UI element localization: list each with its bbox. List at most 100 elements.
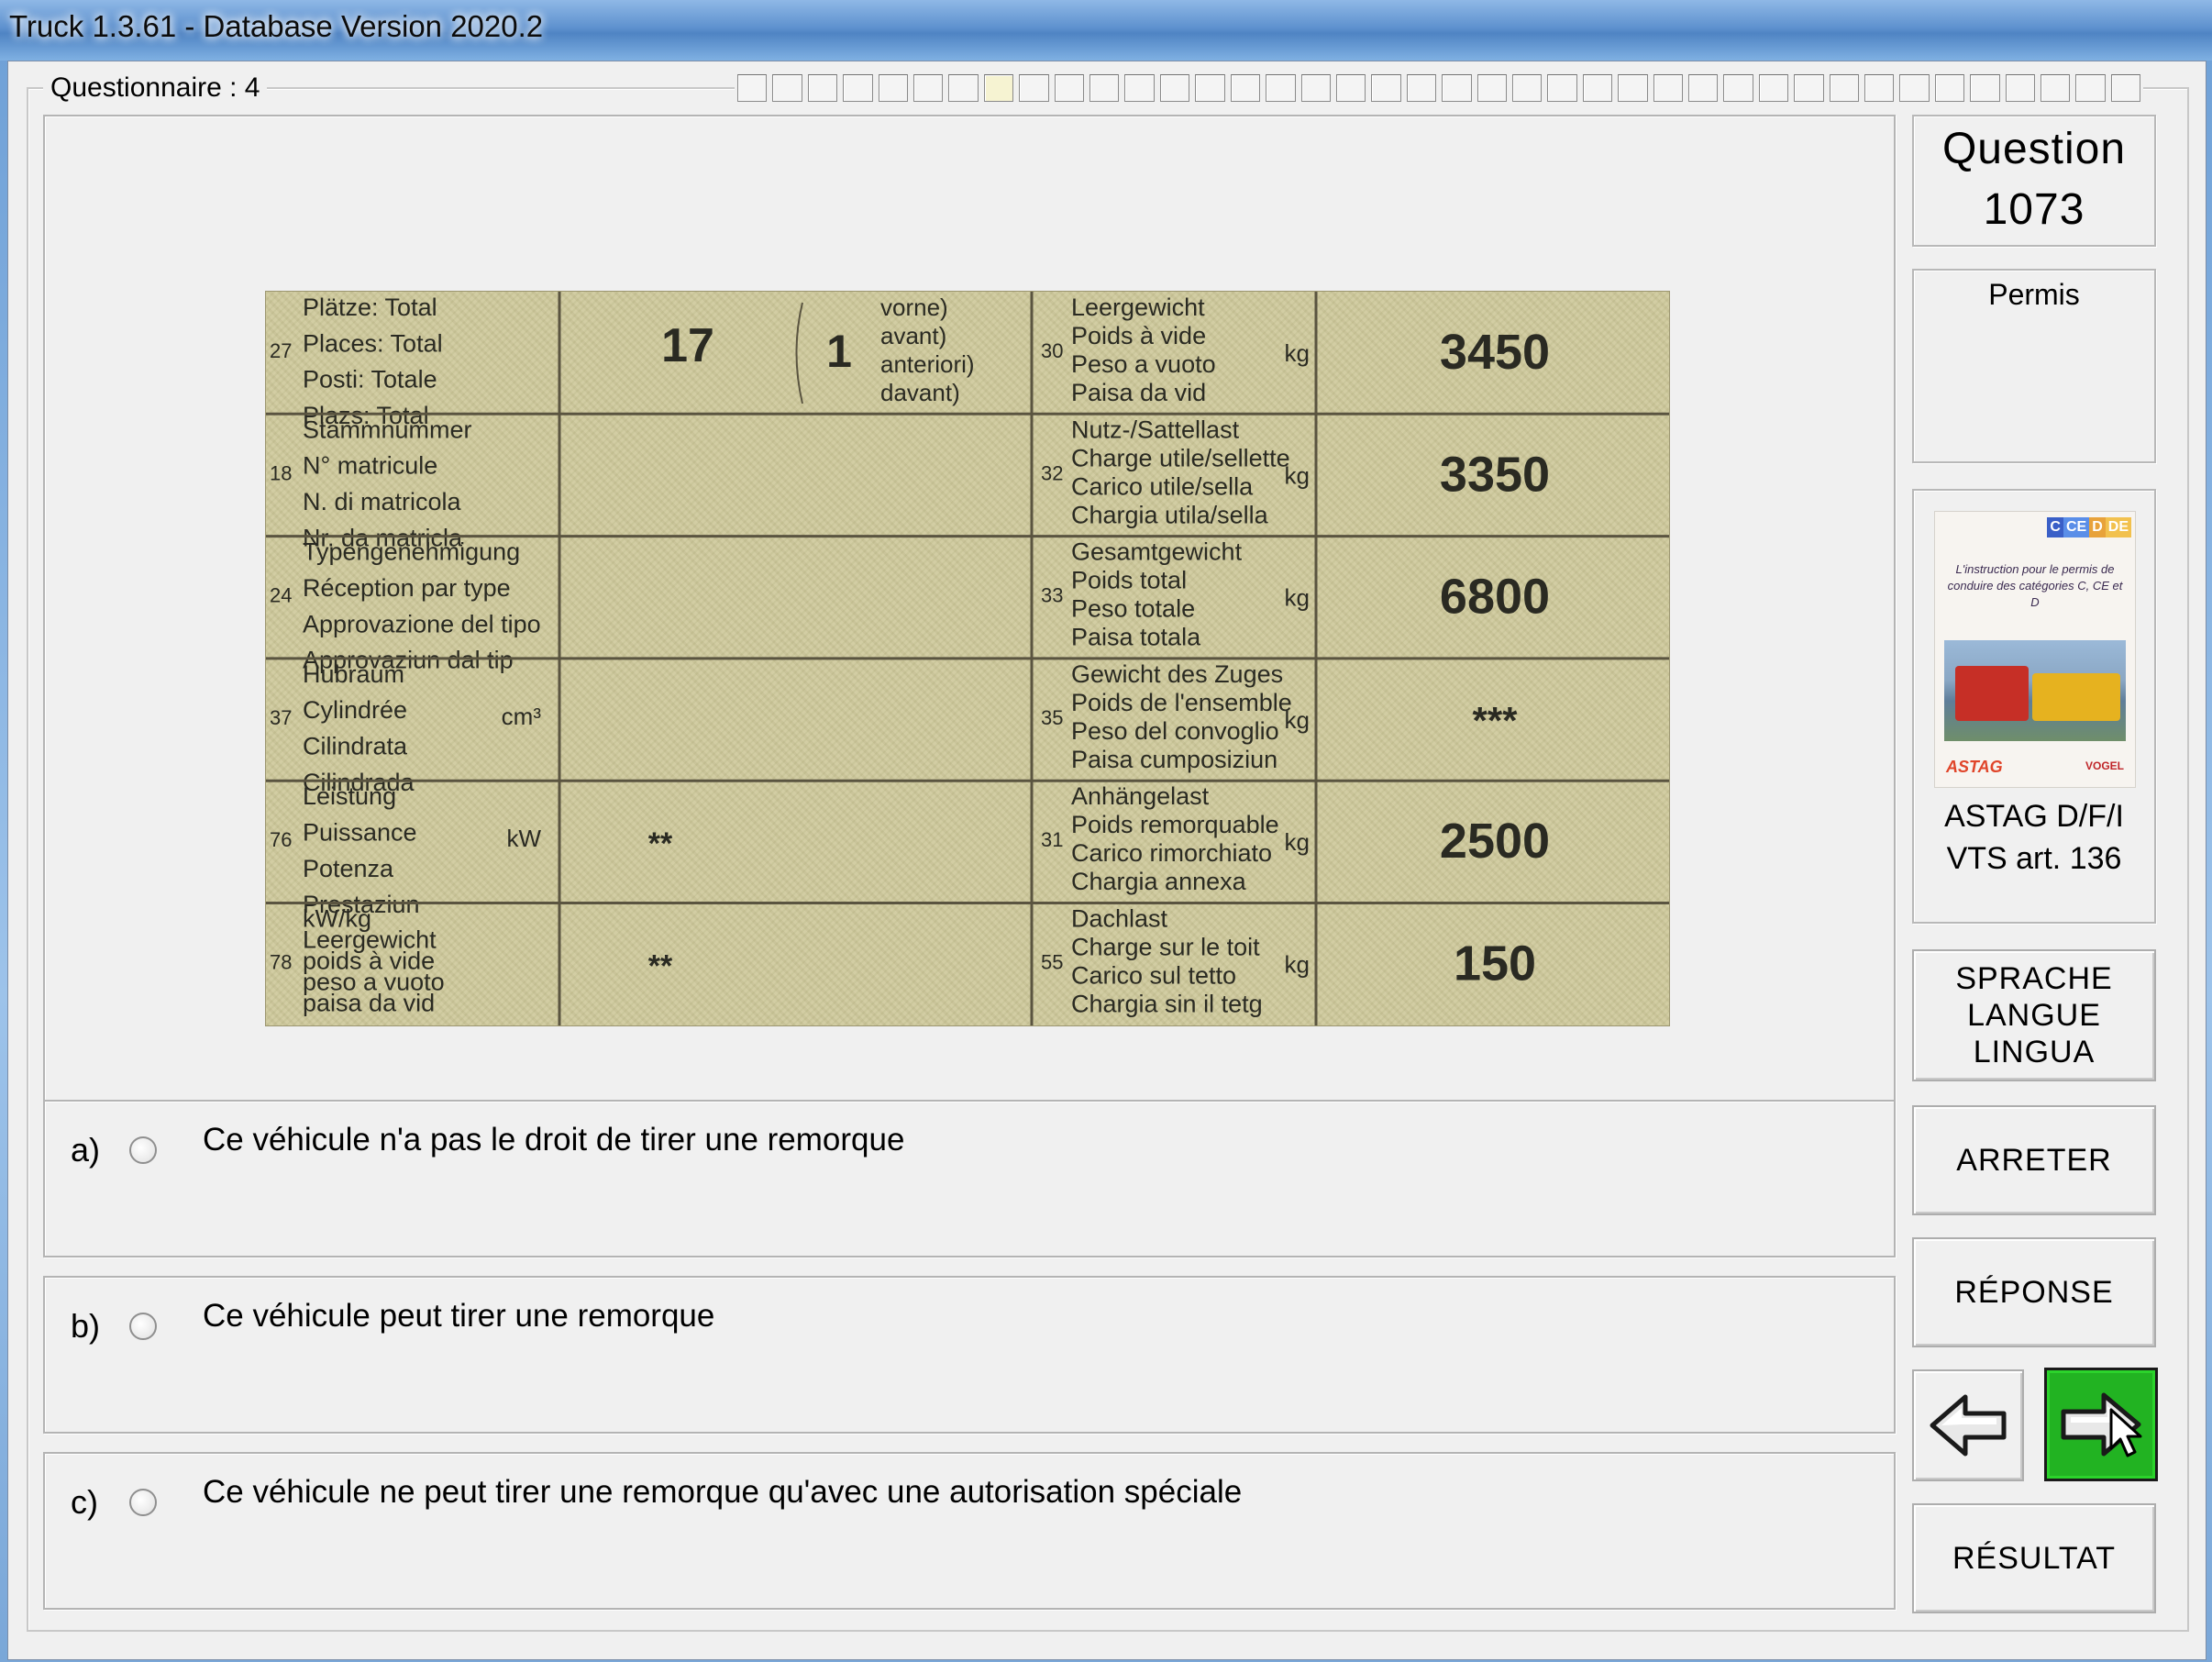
source-box: C CE D DE L'instruction pour le permis de c… bbox=[1912, 489, 2156, 924]
field-number: 31 bbox=[1041, 828, 1063, 851]
field-label: Gewicht des Zuges bbox=[1071, 660, 1283, 688]
progress-cell bbox=[1547, 74, 1577, 102]
answer-button[interactable]: RÉPONSE bbox=[1912, 1237, 2156, 1347]
category-badges: C CE D DE bbox=[2047, 517, 2131, 537]
source-line-2: VTS art. 136 bbox=[1946, 841, 2122, 876]
progress-cell bbox=[1230, 74, 1261, 102]
field-label: Potenza bbox=[303, 855, 394, 882]
book-cover-text: L'instruction pour le permis de conduire… bbox=[1947, 562, 2123, 609]
field-unit: kg bbox=[1285, 828, 1310, 856]
field-value: 3450 bbox=[1440, 325, 1550, 380]
field-number: 37 bbox=[270, 706, 292, 729]
field-label: Carico sul tetto bbox=[1071, 962, 1236, 990]
field-label: Dachlast bbox=[1071, 905, 1168, 933]
progress-cell bbox=[807, 74, 838, 102]
result-button[interactable]: RÉSULTAT bbox=[1912, 1503, 2156, 1613]
answer-option-a[interactable]: a) Ce véhicule n'a pas le droit de tirer… bbox=[43, 1100, 1896, 1258]
progress-cell bbox=[1794, 74, 1824, 102]
field-value: 17 bbox=[661, 319, 714, 372]
trucks-photo bbox=[1944, 640, 2126, 741]
answer-radio-a[interactable] bbox=[129, 1136, 157, 1164]
field-label: Cilindrata bbox=[303, 733, 408, 760]
field-unit: kg bbox=[1285, 461, 1310, 489]
field-label: Paisa totala bbox=[1071, 624, 1201, 651]
answer-text-c: Ce véhicule ne peut tirer une remorque q… bbox=[203, 1474, 1243, 1510]
field-label: Poids à vide bbox=[1071, 322, 1206, 349]
field-unit: kg bbox=[1285, 584, 1310, 612]
field-unit: kg bbox=[1285, 706, 1310, 734]
progress-cell bbox=[1124, 74, 1155, 102]
field-number: 18 bbox=[270, 461, 292, 484]
field-label: Carico rimorchiato bbox=[1071, 839, 1272, 867]
progress-cell bbox=[843, 74, 873, 102]
progress-cell bbox=[878, 74, 909, 102]
source-reference: ASTAG D/F/I VTS art. 136 bbox=[1914, 795, 2154, 880]
progress-cell bbox=[1266, 74, 1296, 102]
field-label: Hubraum bbox=[303, 660, 404, 688]
seats-front-label: anteriori) bbox=[880, 350, 975, 378]
progress-cell bbox=[913, 74, 944, 102]
field-value: 150 bbox=[1454, 936, 1536, 992]
answer-text-b: Ce véhicule peut tirer une remorque bbox=[203, 1298, 715, 1334]
answer-option-b[interactable]: b) Ce véhicule peut tirer une remorque bbox=[43, 1276, 1896, 1434]
field-value: ** bbox=[648, 826, 673, 861]
bracket-shape bbox=[795, 302, 803, 404]
arrow-left-icon bbox=[1930, 1394, 2007, 1457]
stop-button[interactable]: ARRETER bbox=[1912, 1105, 2156, 1215]
mouse-cursor-icon bbox=[2109, 1408, 2142, 1457]
progress-cell bbox=[1159, 74, 1190, 102]
progress-cell bbox=[1899, 74, 1930, 102]
field-label: Chargia utila/sella bbox=[1071, 501, 1269, 528]
field-label: Chargia annexa bbox=[1071, 868, 1247, 895]
progress-cell bbox=[1335, 74, 1366, 102]
field-value: 3350 bbox=[1440, 447, 1550, 502]
field-unit: kg bbox=[1285, 951, 1310, 979]
progress-cell bbox=[1723, 74, 1753, 102]
field-value: ** bbox=[648, 949, 673, 984]
book-cover-image: C CE D DE L'instruction pour le permis de c… bbox=[1934, 511, 2136, 788]
language-button[interactable]: SPRACHE LANGUE LINGUA bbox=[1912, 949, 2156, 1081]
progress-cell bbox=[1758, 74, 1789, 102]
field-number: 55 bbox=[1041, 951, 1063, 974]
progress-cell bbox=[1864, 74, 1895, 102]
category-badge: CE bbox=[2063, 517, 2090, 537]
question-progress-bar bbox=[735, 74, 2143, 102]
field-label: Charge utile/sellette bbox=[1071, 444, 1290, 471]
field-label: Peso a vuoto bbox=[1071, 350, 1216, 378]
title-bar: Truck 1.3.61 - Database Version 2020.2 bbox=[0, 0, 2212, 61]
category-badge: DE bbox=[2105, 517, 2131, 537]
progress-cell bbox=[772, 74, 802, 102]
progress-cell bbox=[948, 74, 979, 102]
field-label: Carico utile/sella bbox=[1071, 472, 1254, 500]
field-label: Poids remorquable bbox=[1071, 811, 1279, 838]
astag-logo: ASTAG bbox=[1946, 758, 2003, 776]
seats-front-label: davant) bbox=[880, 379, 960, 406]
progress-cell bbox=[1477, 74, 1507, 102]
field-number: 76 bbox=[270, 828, 292, 851]
previous-button[interactable] bbox=[1912, 1369, 2024, 1481]
progress-cell bbox=[1511, 74, 1543, 102]
field-number: 27 bbox=[270, 339, 292, 362]
answer-radio-c[interactable] bbox=[129, 1489, 157, 1516]
progress-cell bbox=[1406, 74, 1437, 102]
question-image-panel: 27 Plätze: Total Places: Total Posti: Total… bbox=[43, 115, 1896, 1136]
progress-cell bbox=[737, 74, 768, 102]
answer-text-a: Ce véhicule n'a pas le droit de tirer un… bbox=[203, 1122, 905, 1158]
field-label: paisa da vid bbox=[303, 990, 435, 1017]
field-label: Poids de l'ensemble bbox=[1071, 689, 1292, 716]
field-label: Paisa cumposiziun bbox=[1071, 746, 1277, 773]
answer-option-c[interactable]: c) Ce véhicule ne peut tirer une remorqu… bbox=[43, 1452, 1896, 1610]
progress-cell bbox=[983, 74, 1014, 102]
field-label: Gesamtgewicht bbox=[1071, 538, 1243, 566]
field-label: Places: Total bbox=[303, 329, 443, 357]
field-label: Plätze: Total bbox=[303, 294, 437, 321]
field-label: N° matricule bbox=[303, 452, 437, 480]
seats-front-label: avant) bbox=[880, 322, 946, 349]
answer-radio-b[interactable] bbox=[129, 1313, 157, 1340]
seats-front-label: vorne) bbox=[880, 294, 948, 321]
progress-cell bbox=[2075, 74, 2106, 102]
progress-cell bbox=[1934, 74, 1965, 102]
answer-letter-b: b) bbox=[71, 1307, 101, 1345]
answer-letter-a: a) bbox=[71, 1131, 101, 1169]
field-label: Stammnummer bbox=[303, 416, 472, 443]
